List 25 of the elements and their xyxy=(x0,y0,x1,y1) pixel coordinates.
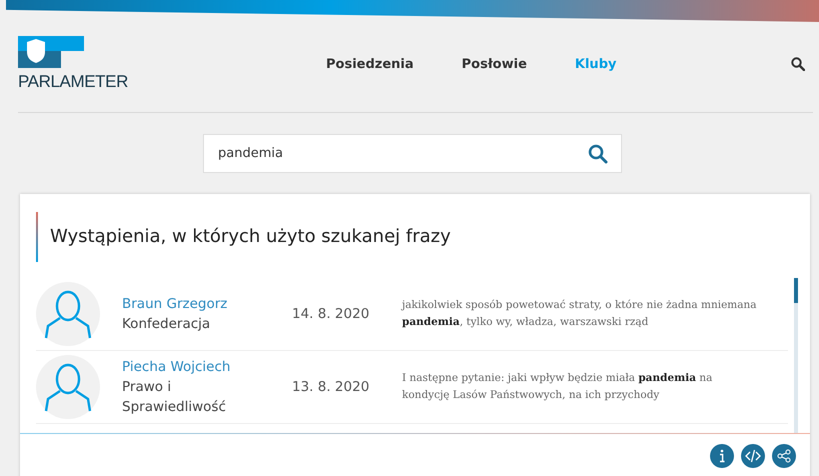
speech-quote: I następne pytanie: jaki wpływ będzie miała pandemia na kondycję Lasów Państwowych, na ich przychody xyxy=(402,371,714,403)
logo-icon xyxy=(18,36,84,68)
search-icon[interactable] xyxy=(791,57,805,71)
search-field[interactable]: pandemia xyxy=(203,134,622,173)
speech-date: 13. 8. 2020 xyxy=(292,379,370,395)
party-name: Konfederacja xyxy=(122,315,212,334)
info-icon xyxy=(719,449,725,463)
embed-button[interactable] xyxy=(741,444,765,468)
speech-quote: jakikolwiek sposób powetować straty, o które nie żadna mniemana pandemia, tylko wy, władza, warszawski rząd xyxy=(402,298,758,330)
scrollbar[interactable] xyxy=(794,278,798,433)
avatar-icon xyxy=(36,282,100,346)
nav-link[interactable]: Posłowie xyxy=(462,56,527,72)
nav-link[interactable]: Posiedzenia xyxy=(326,56,414,72)
code-icon xyxy=(745,449,761,463)
search-icon[interactable] xyxy=(588,144,608,164)
card-title: Wystąpienia, w których użyto szukanej frazy xyxy=(36,212,810,262)
party-name: Prawo i Sprawiedliwość xyxy=(122,378,227,417)
speech-date: 14. 8. 2020 xyxy=(292,306,370,322)
logo-text: PARLAMETER xyxy=(18,72,128,92)
info-button[interactable] xyxy=(710,444,734,468)
share-button[interactable] xyxy=(772,444,796,468)
share-icon xyxy=(777,449,791,463)
person-name[interactable]: Braun Grzegorz xyxy=(122,294,292,314)
person-name[interactable]: Piecha Wojciech xyxy=(122,357,292,377)
avatar-icon xyxy=(36,355,100,419)
